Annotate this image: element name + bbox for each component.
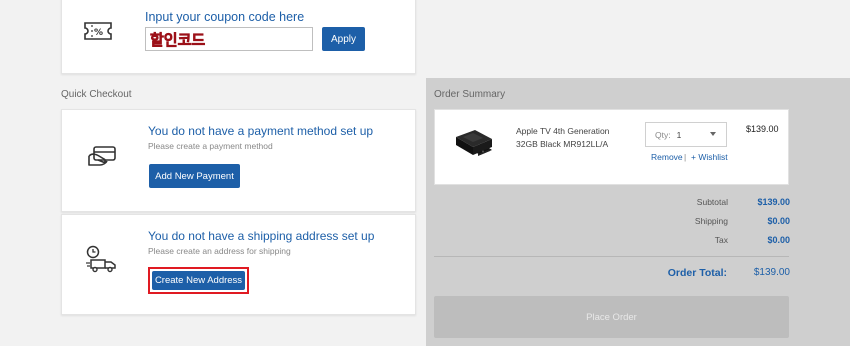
shipping-title: You do not have a shipping address set u… [148, 229, 375, 243]
quantity-select[interactable]: Qty: 1 [645, 122, 727, 147]
order-summary-label: Order Summary [434, 89, 506, 100]
coupon-title: Input your coupon code here [145, 10, 305, 24]
product-image [453, 127, 495, 167]
delivery-truck-clock-icon [85, 245, 117, 273]
order-total-label: Order Total: [667, 267, 727, 279]
place-order-button[interactable]: Place Order [434, 296, 789, 338]
product-name[interactable]: Apple TV 4th Generation 32GB Black MR912… [516, 125, 636, 151]
item-price: $139.00 [746, 124, 779, 134]
coupon-ticket-icon: % [83, 20, 113, 42]
payment-title: You do not have a payment method set up [148, 124, 374, 138]
product-name-line2: 32GB Black MR912LL/A [516, 139, 609, 149]
subtotal-value: $139.00 [757, 197, 790, 207]
coupon-code-value: 할인코드 [150, 30, 206, 49]
qty-value: 1 [676, 129, 682, 140]
svg-text:%: % [94, 28, 103, 38]
order-total-value: $139.00 [753, 267, 790, 278]
tax-label: Tax [714, 235, 728, 245]
link-separator: | [684, 152, 687, 162]
coupon-code-input[interactable]: 할인코드 [145, 27, 313, 51]
qty-label: Qty: [655, 129, 671, 140]
add-new-payment-button[interactable]: Add New Payment [149, 164, 240, 188]
shipping-cost-value: $0.00 [767, 216, 790, 226]
subtotal-label: Subtotal [696, 197, 728, 207]
shipping-subtitle: Please create an address for shipping [148, 246, 291, 256]
add-to-wishlist-link[interactable]: + Wishlist [691, 152, 728, 162]
quick-checkout-label: Quick Checkout [61, 89, 132, 100]
tax-value: $0.00 [767, 235, 790, 245]
apply-coupon-button[interactable]: Apply [322, 27, 365, 51]
chevron-down-icon [710, 132, 716, 136]
totals-divider [434, 256, 789, 257]
create-new-address-button[interactable]: Create New Address [152, 271, 245, 290]
shipping-cost-label: Shipping [694, 216, 728, 226]
credit-card-hand-icon [86, 144, 118, 170]
remove-item-link[interactable]: Remove [651, 152, 683, 162]
payment-subtitle: Please create a payment method [148, 141, 273, 151]
product-name-line1: Apple TV 4th Generation [516, 126, 610, 136]
